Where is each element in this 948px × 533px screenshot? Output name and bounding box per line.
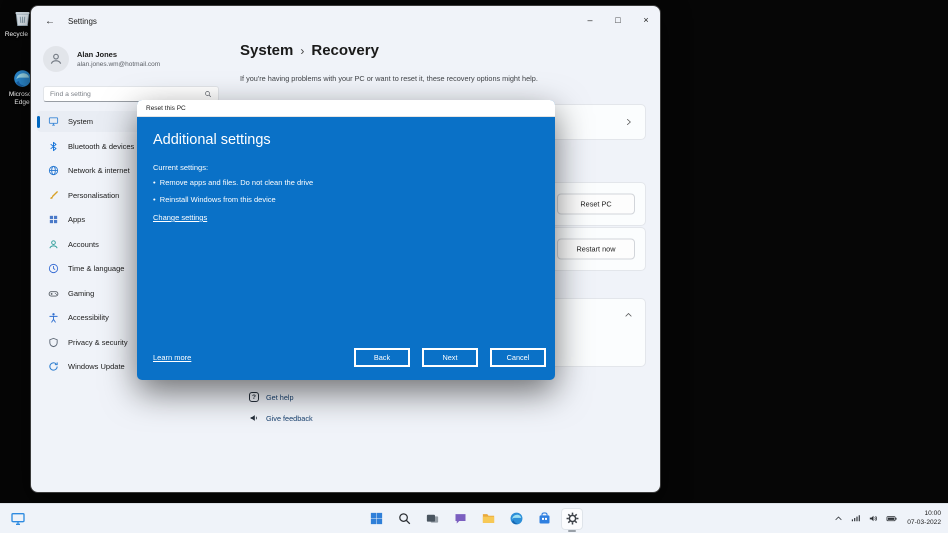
sidebar-item-label: Gaming — [68, 288, 95, 298]
breadcrumb-recovery: Recovery — [311, 42, 379, 59]
cancel-button[interactable]: Cancel — [490, 348, 546, 367]
profile-card[interactable]: Alan Jones alan.jones.wm@hotmail.com — [31, 36, 231, 78]
sidebar-item-label: System — [68, 117, 94, 126]
task-view-icon — [425, 511, 440, 526]
accessibility-icon — [48, 312, 59, 323]
help-icon: ? — [249, 392, 259, 402]
current-settings-label: Current settings: — [153, 163, 209, 172]
store-button[interactable] — [533, 508, 555, 530]
tray-chevron-up-icon[interactable] — [834, 514, 843, 523]
search-input[interactable] — [50, 90, 200, 98]
feedback-icon — [249, 413, 259, 423]
restart-now-button[interactable]: Restart now — [557, 238, 635, 260]
give-feedback-label: Give feedback — [266, 413, 313, 423]
reset-pc-button[interactable]: Reset PC — [557, 193, 635, 215]
store-bag-icon — [537, 511, 552, 526]
chat-button[interactable] — [449, 508, 471, 530]
breadcrumb-separator-icon: › — [300, 44, 305, 58]
window-controls: – □ × — [576, 6, 660, 33]
page-description: If you're having problems with your PC o… — [240, 74, 538, 83]
next-button[interactable]: Next — [422, 348, 478, 367]
clock-icon — [48, 263, 59, 274]
person-icon — [49, 52, 63, 66]
get-help-link[interactable]: ? Get help — [249, 392, 294, 402]
volume-icon[interactable] — [868, 513, 879, 524]
start-button[interactable] — [365, 508, 387, 530]
chevron-right-icon — [624, 118, 633, 127]
profile-name: Alan Jones — [77, 50, 118, 59]
sidebar-item-label: Windows Update — [68, 362, 125, 371]
edge-icon — [509, 511, 524, 526]
dialog-body: Additional settings Current settings: Re… — [137, 117, 555, 380]
sidebar-item-label: Privacy & security — [68, 337, 128, 347]
breadcrumb: System › Recovery — [240, 42, 379, 59]
get-help-label: Get help — [266, 392, 294, 402]
back-button[interactable]: Back — [354, 348, 410, 367]
learn-more-link[interactable]: Learn more — [153, 353, 191, 362]
sidebar-item-label: Bluetooth & devices — [68, 141, 135, 151]
dialog-title: Reset this PC — [146, 104, 186, 112]
edge-button[interactable] — [505, 508, 527, 530]
sidebar-item-label: Accessibility — [68, 313, 109, 322]
sidebar-item-label: Network & internet — [68, 166, 130, 175]
setting-item: Reinstall Windows from this device — [153, 195, 276, 204]
tray-date: 07-03-2022 — [907, 518, 941, 526]
gamepad-icon — [48, 288, 59, 299]
task-view-button[interactable] — [421, 508, 443, 530]
search-icon — [397, 511, 412, 526]
gear-icon — [565, 511, 580, 526]
bluetooth-icon — [48, 141, 59, 152]
brush-icon — [48, 190, 59, 201]
system-tray: 10:00 07-03-2022 — [834, 504, 941, 533]
search-icon — [204, 90, 212, 98]
folder-icon — [481, 511, 496, 526]
close-button[interactable]: × — [632, 6, 660, 33]
window-title: Settings — [68, 16, 97, 26]
sidebar-item-label: Accounts — [68, 239, 99, 249]
dialog-footer: Learn more Back Next Cancel — [153, 348, 546, 367]
setting-item: Remove apps and files. Do not clean the … — [153, 178, 313, 187]
minimize-button[interactable]: – — [576, 6, 604, 33]
accounts-person-icon — [48, 239, 59, 250]
file-explorer-button[interactable] — [477, 508, 499, 530]
chat-bubble-icon — [453, 511, 468, 526]
update-icon — [48, 361, 59, 372]
globe-icon — [48, 165, 59, 176]
dialog-buttons: Back Next Cancel — [354, 348, 546, 367]
shield-icon — [48, 337, 59, 348]
selected-indicator — [37, 115, 40, 128]
maximize-button[interactable]: □ — [604, 6, 632, 33]
tray-time: 10:00 — [924, 510, 941, 517]
reset-this-pc-dialog: Reset this PC Additional settings Curren… — [137, 100, 555, 380]
sidebar-item-label: Time & language — [68, 264, 125, 273]
profile-email: alan.jones.wm@hotmail.com — [77, 61, 161, 68]
clock[interactable]: 10:00 07-03-2022 — [907, 510, 941, 527]
chevron-up-icon — [624, 311, 633, 320]
dialog-heading: Additional settings — [153, 132, 271, 148]
dialog-titlebar: Reset this PC — [137, 100, 555, 117]
apps-grid-icon — [48, 214, 59, 225]
windows-logo-icon — [369, 511, 384, 526]
system-icon — [48, 116, 59, 127]
give-feedback-link[interactable]: Give feedback — [249, 413, 313, 423]
sidebar-item-label: Apps — [68, 215, 86, 224]
settings-taskbar-button[interactable] — [561, 507, 583, 532]
avatar — [43, 46, 69, 72]
back-arrow-button[interactable]: ← — [45, 16, 55, 27]
sidebar-item-label: Personalisation — [68, 190, 120, 200]
titlebar: ← Settings – □ × — [31, 6, 660, 36]
breadcrumb-system[interactable]: System — [240, 42, 293, 59]
battery-icon[interactable] — [886, 513, 897, 524]
network-icon[interactable] — [850, 513, 861, 524]
change-settings-link[interactable]: Change settings — [153, 213, 207, 222]
taskbar-center — [0, 504, 948, 533]
taskbar-search-button[interactable] — [393, 508, 415, 530]
taskbar: 10:00 07-03-2022 — [0, 503, 948, 533]
